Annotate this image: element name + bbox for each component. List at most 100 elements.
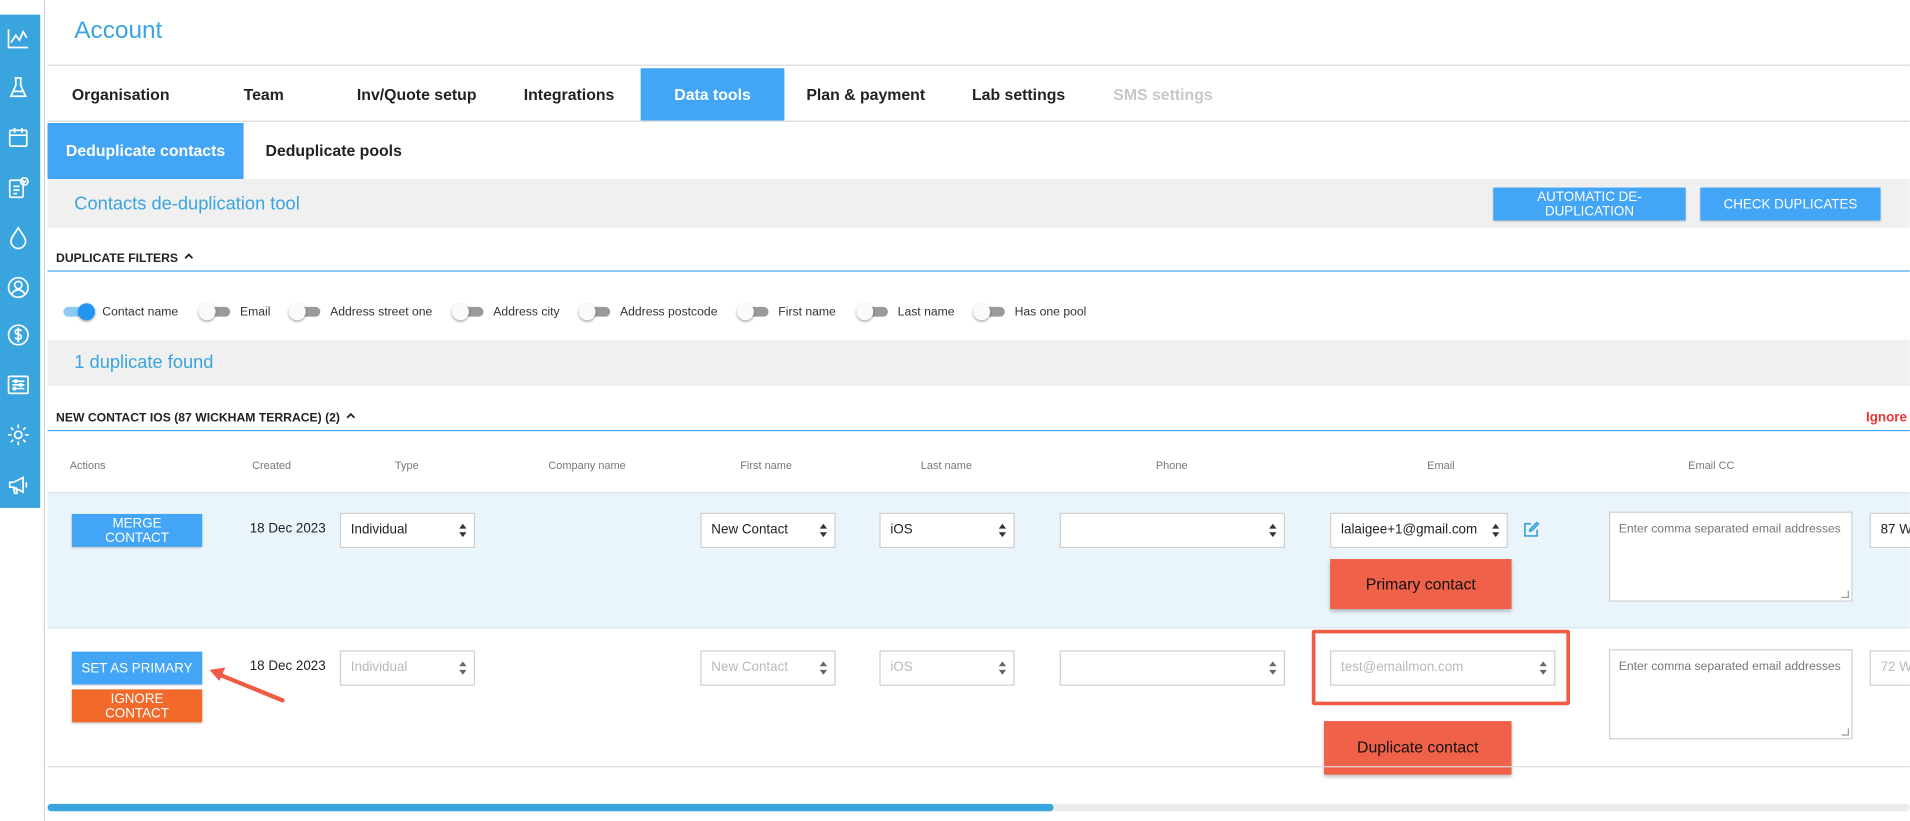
phone-select[interactable] xyxy=(1059,650,1285,686)
email-cc-textarea[interactable]: Enter comma separated email addresses xyxy=(1608,649,1853,740)
type-select[interactable]: Individual xyxy=(339,650,476,686)
chevron-up-icon xyxy=(346,410,356,420)
select-arrows-icon xyxy=(1269,661,1278,676)
tab-data-tools[interactable]: Data tools xyxy=(640,68,785,121)
filter-email[interactable]: Email xyxy=(198,302,271,321)
toggle-switch[interactable] xyxy=(973,303,1007,321)
last-name-select[interactable]: iOS xyxy=(879,512,1015,549)
type-value: Individual xyxy=(350,660,408,675)
filter-contact-name[interactable]: Contact name xyxy=(61,302,178,321)
tab-team[interactable]: Team xyxy=(244,68,317,120)
group-divider xyxy=(47,429,1910,432)
dollar-circle-icon[interactable] xyxy=(6,323,30,347)
ignore-contact-button[interactable]: IGNORE CONTACT xyxy=(71,689,203,723)
filter-label: Address city xyxy=(493,305,560,319)
tab-lab-settings[interactable]: Lab settings xyxy=(972,68,1082,120)
account-tabs: Organisation Team Inv/Quote setup Integr… xyxy=(48,68,1910,121)
user-circle-icon[interactable] xyxy=(6,275,30,299)
address-field[interactable]: 72 W xyxy=(1869,650,1910,686)
resize-grip-icon[interactable] xyxy=(1841,728,1849,736)
last-name-select[interactable]: iOS xyxy=(879,650,1015,686)
filter-address-street-one[interactable]: Address street one xyxy=(288,302,433,321)
filter-has-one-pool[interactable]: Has one pool xyxy=(973,302,1086,321)
set-as-primary-button[interactable]: SET AS PRIMARY xyxy=(71,651,203,685)
first-name-select[interactable]: New Contact xyxy=(700,512,836,549)
duplicate-group-heading[interactable]: NEW CONTACT IOS (87 WICKHAM TERRACE) (2) xyxy=(56,412,356,425)
email-value: lalaigee+1@gmail.com xyxy=(1341,522,1478,538)
clipboard-check-icon[interactable] xyxy=(6,175,30,199)
megaphone-icon[interactable] xyxy=(6,473,30,497)
select-arrows-icon xyxy=(998,523,1008,539)
toggle-switch[interactable] xyxy=(578,303,613,321)
filter-last-name[interactable]: Last name xyxy=(856,302,955,321)
address-value: 87 W xyxy=(1880,522,1910,538)
toggle-switch[interactable] xyxy=(288,303,323,321)
filter-label: Address street one xyxy=(330,305,433,319)
col-header-actions: Actions xyxy=(69,459,106,472)
col-header-last-name: Last name xyxy=(920,459,972,472)
divider xyxy=(47,64,1910,66)
select-arrows-icon xyxy=(1492,523,1501,539)
group-heading-label: NEW CONTACT IOS (87 WICKHAM TERRACE) (2) xyxy=(56,411,340,426)
water-drop-icon[interactable] xyxy=(6,225,30,250)
select-arrows-icon xyxy=(819,523,829,539)
type-select[interactable]: Individual xyxy=(339,512,476,549)
select-arrows-icon xyxy=(459,661,468,676)
gear-icon[interactable] xyxy=(6,423,30,447)
toggle-switch[interactable] xyxy=(856,303,890,321)
duplicates-found-text: 1 duplicate found xyxy=(74,352,214,373)
filters-heading-label: DUPLICATE FILTERS xyxy=(56,252,179,266)
email-select[interactable]: lalaigee+1@gmail.com xyxy=(1330,512,1508,549)
sliders-icon[interactable] xyxy=(6,373,30,397)
col-header-first-name: First name xyxy=(740,459,793,472)
flask-icon[interactable] xyxy=(6,76,30,100)
resize-grip-icon[interactable] xyxy=(1841,590,1849,599)
type-value: Individual xyxy=(350,522,408,538)
select-arrows-icon xyxy=(1269,523,1278,539)
row-divider xyxy=(47,766,1910,768)
toggle-switch[interactable] xyxy=(61,303,96,321)
data-tools-subtabs: Deduplicate contacts Deduplicate pools xyxy=(47,123,1910,180)
filter-first-name[interactable]: First name xyxy=(736,302,836,321)
filters-heading[interactable]: DUPLICATE FILTERS xyxy=(56,252,194,266)
chart-line-icon[interactable] xyxy=(6,26,30,50)
highlight-box xyxy=(1311,629,1571,706)
primary-contact-callout: Primary contact xyxy=(1330,559,1512,609)
calendar-icon[interactable] xyxy=(6,125,30,149)
tab-inv-quote-setup[interactable]: Inv/Quote setup xyxy=(357,68,503,120)
filter-label: Email xyxy=(239,305,271,319)
tab-integrations[interactable]: Integrations xyxy=(524,68,646,120)
filter-address-postcode[interactable]: Address postcode xyxy=(578,302,718,321)
select-arrows-icon xyxy=(819,661,829,676)
merge-contact-button[interactable]: MERGE CONTACT xyxy=(71,513,203,547)
filter-label: Contact name xyxy=(102,305,179,319)
ignore-group-link[interactable]: Ignore xyxy=(1866,410,1907,425)
col-header-email-cc: Email CC xyxy=(1688,459,1735,472)
filter-address-city[interactable]: Address city xyxy=(451,302,560,321)
subtab-deduplicate-pools[interactable]: Deduplicate pools xyxy=(266,123,424,179)
tab-organisation[interactable]: Organisation xyxy=(72,68,182,120)
edit-icon[interactable] xyxy=(1523,521,1540,538)
tab-plan-payment[interactable]: Plan & payment xyxy=(806,68,940,120)
select-arrows-icon xyxy=(998,661,1008,676)
check-duplicates-button[interactable]: CHECK DUPLICATES xyxy=(1700,187,1881,221)
first-name-select[interactable]: New Contact xyxy=(700,650,836,686)
page-title: Account xyxy=(74,17,163,44)
automatic-deduplication-button[interactable]: AUTOMATIC DE-DUPLICATION xyxy=(1493,187,1686,221)
address-value: 72 W xyxy=(1880,660,1910,675)
filter-label: Address postcode xyxy=(619,305,718,319)
phone-select[interactable] xyxy=(1059,512,1285,549)
toggle-switch[interactable] xyxy=(451,303,486,321)
sidebar xyxy=(0,0,41,821)
results-bar xyxy=(47,339,1910,387)
toggle-switch[interactable] xyxy=(736,303,771,321)
email-cc-textarea[interactable]: Enter comma separated email addresses xyxy=(1608,511,1853,602)
toggle-switch[interactable] xyxy=(198,303,233,321)
filter-label: Last name xyxy=(897,305,955,319)
col-header-email: Email xyxy=(1427,459,1455,472)
subtab-deduplicate-contacts[interactable]: Deduplicate contacts xyxy=(47,123,244,180)
filter-label: Has one pool xyxy=(1014,305,1087,319)
col-header-type: Type xyxy=(394,459,419,472)
address-field[interactable]: 87 W xyxy=(1869,512,1910,549)
scrollbar-thumb[interactable] xyxy=(47,803,1054,812)
